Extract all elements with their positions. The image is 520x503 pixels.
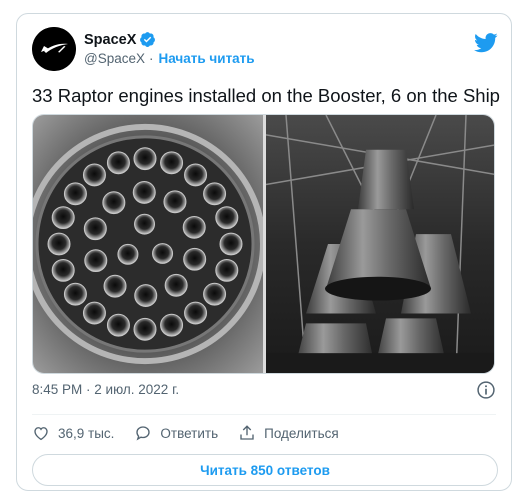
verified-badge-icon: [140, 32, 156, 47]
handle[interactable]: @SpaceX: [84, 51, 145, 66]
reply-label: Ответить: [160, 425, 219, 441]
engine-nozzle: [47, 232, 71, 256]
engine-nozzle: [203, 182, 227, 206]
engine-nozzle: [134, 213, 156, 235]
engine-nozzle: [133, 317, 157, 341]
media-grid[interactable]: [32, 114, 495, 374]
engine-nozzle: [182, 215, 206, 239]
heart-icon: [34, 427, 48, 441]
share-button[interactable]: Поделиться: [238, 424, 339, 442]
engine-nozzle: [164, 273, 188, 297]
engine-nozzle: [134, 284, 158, 308]
engine-nozzle: [83, 217, 107, 241]
engine-nozzle: [183, 247, 207, 271]
like-count: 36,9 тыс.: [58, 425, 115, 441]
separator-dot: ·: [149, 51, 154, 66]
share-icon: [240, 425, 254, 440]
reply-icon: [136, 426, 151, 441]
reply-button[interactable]: Ответить: [134, 424, 218, 442]
follow-button[interactable]: Начать читать: [159, 51, 255, 66]
name-row: SpaceX: [84, 31, 156, 48]
engine-nozzle: [102, 191, 126, 215]
twitter-bird-icon[interactable]: [474, 33, 498, 53]
spacex-logo-icon: [32, 27, 76, 71]
tweet-timestamp[interactable]: 8:45 PM · 2 июл. 2022 г.: [32, 382, 179, 397]
engine-nozzle: [117, 243, 139, 265]
engine-nozzle: [184, 301, 208, 325]
avatar[interactable]: [32, 27, 76, 71]
tweet-card: SpaceX @SpaceX · Начать читать 33 Raptor…: [16, 13, 512, 491]
action-bar: 36,9 тыс. Ответить Поделиться: [32, 418, 359, 448]
display-name[interactable]: SpaceX: [84, 32, 136, 48]
read-replies-button[interactable]: Читать 850 ответов: [32, 454, 498, 486]
info-icon[interactable]: [476, 380, 496, 400]
engine-nozzle: [184, 163, 208, 187]
engine-nozzle: [51, 258, 75, 282]
tweet-header: SpaceX @SpaceX · Начать читать: [32, 27, 498, 75]
ship-engines-photo[interactable]: [266, 115, 495, 373]
engine-nozzle: [215, 206, 239, 230]
engine-nozzle: [203, 282, 227, 306]
engine-nozzle: [163, 190, 187, 214]
engine-nozzle: [82, 301, 106, 325]
engine-nozzle: [63, 182, 87, 206]
engine-nozzle: [160, 313, 184, 337]
engine-nozzle: [51, 206, 75, 230]
engine-nozzle: [84, 249, 108, 273]
like-button[interactable]: 36,9 тыс.: [32, 424, 114, 442]
share-label: Поделиться: [264, 425, 339, 441]
divider: [32, 414, 496, 415]
engine-nozzle: [63, 282, 87, 306]
engine-nozzle: [219, 232, 243, 256]
engine-nozzle: [106, 151, 130, 175]
handle-row: @SpaceX · Начать читать: [84, 51, 255, 66]
engine-nozzle: [152, 243, 174, 264]
engine-nozzle: [215, 258, 239, 282]
engine-nozzle: [132, 180, 156, 204]
engine-nozzle: [106, 313, 130, 337]
tweet-text: 33 Raptor engines installed on the Boost…: [32, 85, 500, 106]
booster-engines-photo[interactable]: [33, 115, 263, 373]
engine-nozzle: [160, 151, 184, 175]
engine-nozzle: [103, 274, 127, 298]
engine-nozzle: [82, 163, 106, 187]
engine-nozzle: [133, 147, 157, 171]
